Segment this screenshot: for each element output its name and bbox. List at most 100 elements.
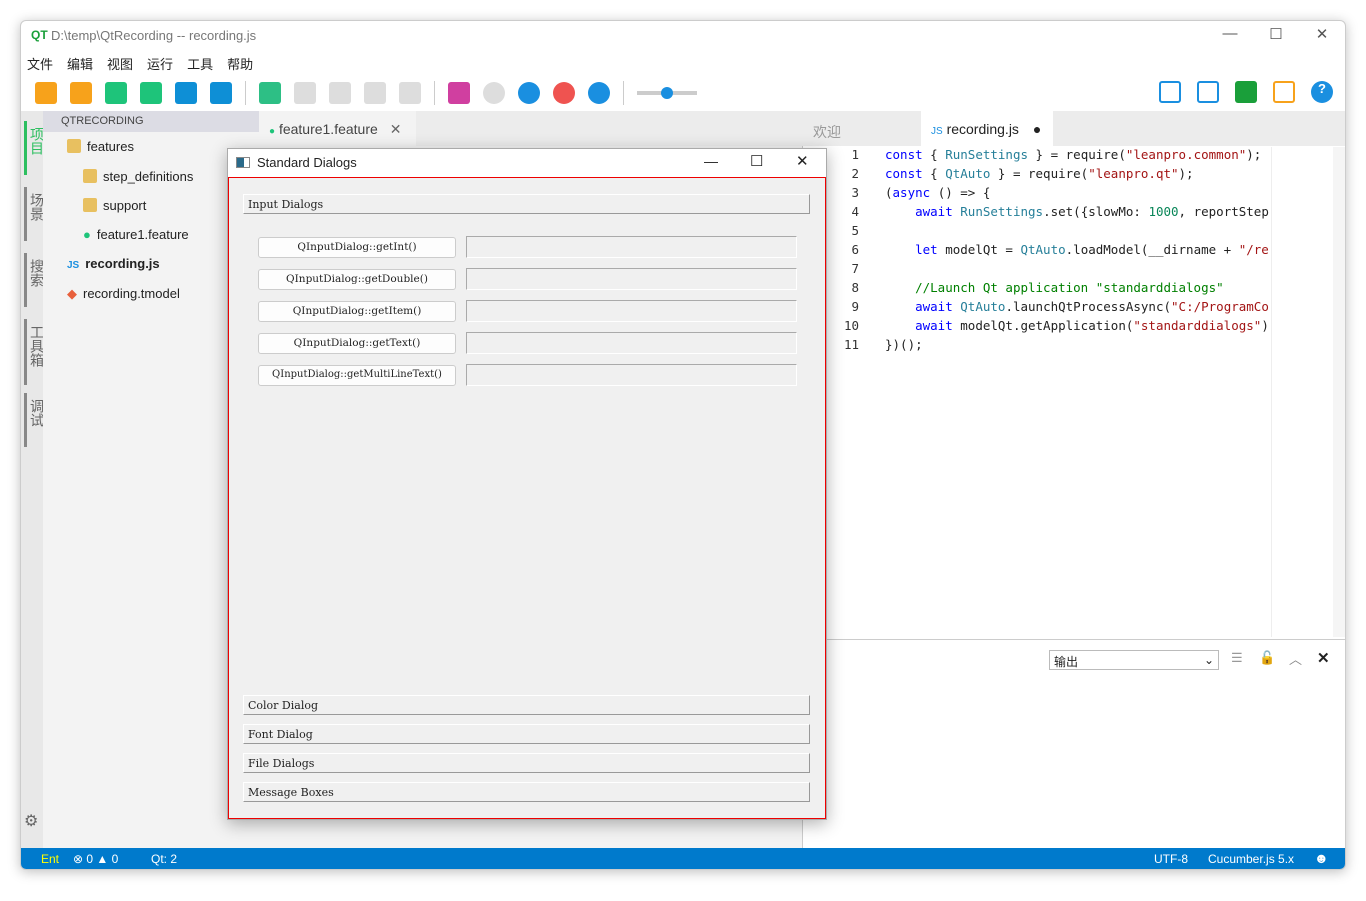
line-number: 2	[851, 166, 859, 181]
message-boxes-toolbox-tab[interactable]: Message Boxes	[243, 782, 810, 802]
minimize-button[interactable]: —	[1207, 25, 1253, 42]
run-all-icon[interactable]	[294, 82, 316, 104]
menu-view[interactable]: 视图	[107, 54, 133, 73]
record-stop-icon[interactable]	[553, 82, 575, 104]
tree-item-feature1[interactable]: ● feature1.feature	[83, 227, 189, 242]
js-icon: JS	[67, 260, 80, 271]
line-number: 7	[851, 261, 859, 276]
save-all-icon[interactable]	[210, 82, 232, 104]
status-bar: Ent ⊗ 0 ▲ 0 Qt: 2 UTF-8 Cucumber.js 5.x …	[21, 848, 1345, 869]
dialog-titlebar: Standard Dialogs — ☐ ✕	[228, 149, 826, 178]
run-cucumber-icon[interactable]	[329, 82, 351, 104]
model-file-icon: ◆	[67, 286, 77, 301]
check-icon[interactable]	[259, 82, 281, 104]
run-js-icon[interactable]	[364, 82, 386, 104]
toolbar	[35, 79, 697, 107]
get-int-button[interactable]: QInputDialog::getInt()	[258, 237, 456, 258]
qt-spy-icon[interactable]	[483, 82, 505, 104]
minimap[interactable]	[1271, 147, 1333, 637]
get-item-button[interactable]: QInputDialog::getItem()	[258, 301, 456, 322]
layout-icon[interactable]	[1273, 81, 1295, 103]
file-dialogs-toolbox-tab[interactable]: File Dialogs	[243, 753, 810, 773]
tab-recording-js[interactable]: JS recording.js ●	[921, 111, 1053, 146]
tree-item-step-definitions[interactable]: step_definitions	[83, 169, 193, 184]
menu-file[interactable]: 文件	[27, 54, 53, 73]
line-number: 1	[851, 147, 859, 162]
line-number: 8	[851, 280, 859, 295]
refresh-icon[interactable]	[588, 82, 610, 104]
output-select[interactable]: 输出 ⌄	[1049, 650, 1219, 670]
get-multiline-text-button[interactable]: QInputDialog::getMultiLineText()	[258, 365, 456, 386]
menu-help[interactable]: 帮助	[227, 54, 253, 73]
record-icon[interactable]	[1159, 81, 1181, 103]
feedback-smiley-icon[interactable]: ☻	[1314, 850, 1329, 866]
status-qt[interactable]: Qt: 2	[151, 852, 177, 866]
maximize-button[interactable]: ☐	[1253, 25, 1299, 43]
get-text-button[interactable]: QInputDialog::getText()	[258, 333, 456, 354]
input-dialogs-toolbox-tab[interactable]: Input Dialogs	[243, 194, 810, 214]
tab-welcome[interactable]: 欢迎	[813, 122, 841, 142]
lock-icon[interactable]: 🔓	[1259, 650, 1275, 666]
menu-tools[interactable]: 工具	[187, 54, 213, 73]
get-double-result	[466, 268, 797, 290]
open-folder-icon[interactable]	[70, 82, 92, 104]
tree-item-recording-js[interactable]: JS recording.js	[67, 256, 160, 271]
dialog-title: Standard Dialogs	[257, 155, 357, 170]
new-js-icon[interactable]	[35, 82, 57, 104]
menu-run[interactable]: 运行	[147, 54, 173, 73]
color-dialog-toolbox-tab[interactable]: Color Dialog	[243, 695, 810, 715]
dialog-app-icon	[236, 157, 250, 168]
line-number: 9	[851, 299, 859, 314]
get-double-button[interactable]: QInputDialog::getDouble()	[258, 269, 456, 290]
menu-edit[interactable]: 编辑	[67, 54, 93, 73]
tree-item-recording-tmodel[interactable]: ◆ recording.tmodel	[67, 286, 180, 302]
close-button[interactable]: ✕	[1299, 25, 1345, 43]
close-panel-icon[interactable]: ✕	[1317, 649, 1330, 667]
get-multiline-text-result	[466, 364, 797, 386]
settings-icon[interactable]: ⚙	[24, 811, 38, 831]
help-icon[interactable]: ?	[1311, 81, 1333, 103]
output-panel: 输出 ⌄ ☰ 🔓 ︿ ✕	[803, 639, 1345, 848]
tab-close-icon[interactable]: ✕	[390, 121, 402, 137]
font-dialog-toolbox-tab[interactable]: Font Dialog	[243, 724, 810, 744]
dialog-maximize-button[interactable]: ☐	[750, 152, 763, 170]
tree-item-support[interactable]: support	[83, 198, 146, 213]
editor-scrollbar[interactable]	[1333, 147, 1345, 637]
save-icon[interactable]	[175, 82, 197, 104]
right-tab-bar: 欢迎 JS recording.js ●	[803, 111, 1345, 146]
chevron-up-icon[interactable]: ︿	[1289, 649, 1302, 668]
modified-dot: ●	[1032, 121, 1042, 137]
status-problems[interactable]: ⊗ 0 ▲ 0	[73, 852, 118, 866]
dialog-minimize-button[interactable]: —	[704, 153, 718, 169]
get-text-result	[466, 332, 797, 354]
line-number: 5	[851, 223, 859, 238]
line-number: 10	[843, 318, 859, 333]
open-file-icon[interactable]	[140, 82, 162, 104]
status-framework[interactable]: Cucumber.js 5.x	[1208, 852, 1294, 866]
speed-slider[interactable]	[637, 87, 697, 99]
pause-icon[interactable]	[518, 82, 540, 104]
app-logo-icon: QT	[31, 28, 48, 42]
new-file-icon[interactable]	[105, 82, 127, 104]
package-icon[interactable]	[1235, 81, 1257, 103]
line-number: 3	[851, 185, 859, 200]
window-title: D:\temp\QtRecording -- recording.js	[51, 28, 257, 43]
get-int-result	[466, 236, 797, 258]
menu-bar: 文件 编辑 视图 运行 工具 帮助	[27, 54, 253, 73]
model-icon[interactable]	[1197, 81, 1219, 103]
status-encoding[interactable]: UTF-8	[1154, 852, 1188, 866]
left-tab-bar: ● feature1.feature ✕	[259, 111, 803, 146]
explorer-header: QTRECORDING	[43, 111, 259, 132]
get-item-result	[466, 300, 797, 322]
clear-output-icon[interactable]: ☰	[1231, 650, 1243, 666]
cucumber-icon: ●	[83, 227, 91, 242]
line-number: 6	[851, 242, 859, 257]
stop-icon[interactable]	[399, 82, 421, 104]
activity-bar: 项目 场景 搜索 工具箱 调试 ⚙	[21, 111, 45, 849]
terminal-icon[interactable]	[448, 82, 470, 104]
status-mode[interactable]: Ent	[41, 852, 59, 866]
tab-feature1[interactable]: ● feature1.feature ✕	[259, 111, 416, 146]
dialog-close-button[interactable]: ✕	[796, 152, 809, 170]
standard-dialogs-window: Standard Dialogs — ☐ ✕ Input Dialogs QIn…	[227, 148, 827, 820]
tree-item-features[interactable]: features	[67, 139, 134, 154]
